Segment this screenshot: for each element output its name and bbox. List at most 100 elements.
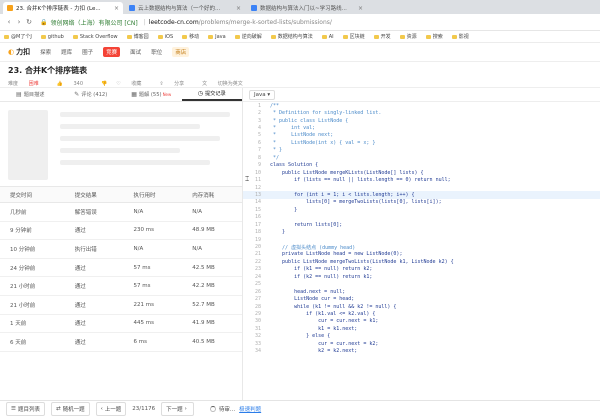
submission-status[interactable]: 通过 xyxy=(64,221,124,241)
line-number: 22 xyxy=(254,258,261,265)
browser-tab[interactable]: 数据结构与算法入门以~学习路线... × xyxy=(247,2,367,14)
folder-icon xyxy=(270,34,276,39)
bookmark-item[interactable]: 资源 xyxy=(399,33,417,40)
bookmark-item[interactable]: @M了个J xyxy=(4,33,32,40)
left-tab-label: 提交记录 xyxy=(204,91,226,97)
table-row[interactable]: 几秒前 解答错误 N/A N/A xyxy=(0,202,242,222)
bookmark-label: 资源 xyxy=(406,34,417,40)
forward-icon[interactable]: › xyxy=(14,18,24,26)
code-area[interactable]: 1/** 2 * Definition for singly-linked lis… xyxy=(243,102,600,400)
folder-icon xyxy=(72,34,78,39)
table-row[interactable]: 6 天前 通过 6 ms 40.5 MB xyxy=(0,332,242,352)
difficulty-badge: 困难 xyxy=(28,81,39,87)
bookmark-item[interactable]: 博客园 xyxy=(126,33,149,40)
bookmark-item[interactable]: 逆向破解 xyxy=(234,33,262,40)
submission-status[interactable]: 解答错误 xyxy=(64,202,124,222)
bookmark-item[interactable]: 数据结构与算法 xyxy=(270,33,313,40)
line-number: 30 xyxy=(254,318,261,325)
left-tab[interactable]: ▤ 题目描述 xyxy=(0,88,61,101)
site-nav-item[interactable]: 题库 xyxy=(61,48,72,56)
browser-tab[interactable]: 23. 合并K个排序链表 - 力扣 (Le... × xyxy=(3,2,123,14)
site-nav-item[interactable]: 面试 xyxy=(130,48,141,56)
code-text: cur = cur.next = k1; xyxy=(270,318,379,325)
lock-icon: 🔒 xyxy=(40,18,48,26)
submission-status[interactable]: 通过 xyxy=(64,276,124,296)
browser-tab[interactable]: 云上数据结构与算法（一个好的... × xyxy=(125,2,245,14)
left-tab[interactable]: ▦ 题解 (55) New xyxy=(121,88,182,101)
bookmark-item[interactable]: AI xyxy=(321,34,334,40)
site-nav-item[interactable]: 商店 xyxy=(172,47,190,57)
code-text: head.next = null; xyxy=(270,288,346,295)
code-text: if (k1 == null) return k2; xyxy=(270,266,373,273)
site-nav-item[interactable]: 职位 xyxy=(151,48,162,56)
bookmark-item[interactable]: Stack Overflow xyxy=(72,34,118,40)
close-tab-icon[interactable]: × xyxy=(358,5,363,12)
code-text: public ListNode mergeKLists(ListNode[] l… xyxy=(270,169,424,176)
code-editor[interactable]: Java ▾ 1/** 2 * Definition for singly-lin… xyxy=(243,88,600,400)
table-row[interactable]: 21 小时前 通过 221 ms 52.7 MB xyxy=(0,295,242,315)
prev-problem-button[interactable]: ‹ 上一题 xyxy=(95,402,127,416)
switch-language-button[interactable]: 文 切换为英文 xyxy=(202,80,252,87)
line-number: 12 xyxy=(254,184,261,191)
table-cell: 6 ms xyxy=(123,332,183,352)
bookmark-item[interactable]: Java xyxy=(208,34,226,40)
folder-icon xyxy=(321,34,327,39)
code-text: private ListNode head = new ListNode(0); xyxy=(270,251,403,258)
fast-judge-link[interactable]: 极速判题 xyxy=(239,405,261,413)
submission-status[interactable]: 通过 xyxy=(64,258,124,278)
close-tab-icon[interactable]: × xyxy=(114,5,119,12)
submission-status[interactable]: 通过 xyxy=(64,295,124,315)
site-nav-item[interactable]: 探索 xyxy=(40,48,51,56)
line-number: 28 xyxy=(254,303,261,310)
dislike-icon[interactable]: 👎 xyxy=(101,81,107,87)
folder-icon xyxy=(234,34,240,39)
line-number: 27 xyxy=(254,296,261,303)
table-row[interactable]: 9 分钟前 通过 230 ms 48.9 MB xyxy=(0,221,242,241)
table-row[interactable]: 24 分钟前 通过 57 ms 42.5 MB xyxy=(0,258,242,278)
left-tab[interactable]: ◷ 提交记录 xyxy=(181,88,242,101)
code-text: /** xyxy=(270,102,280,109)
table-row[interactable]: 10 分钟前 执行出错 N/A N/A xyxy=(0,239,242,259)
share-button[interactable]: ⇪ 分享 xyxy=(159,80,193,87)
problem-page-indicator: 23/1176 xyxy=(132,406,156,412)
code-line: 19 xyxy=(243,236,600,243)
random-problem-button[interactable]: ⇄ 随机一题 xyxy=(50,402,90,416)
address-bar[interactable]: ‹ › ↻ 🔒 领创网络（上海）有限公司 [CN] | leetcode-cn.… xyxy=(0,14,600,31)
bookmark-item[interactable]: github xyxy=(40,34,64,40)
line-number: 32 xyxy=(254,333,261,340)
bookmark-item[interactable]: 影视 xyxy=(451,33,469,40)
bookmark-item[interactable]: 区块链 xyxy=(342,33,365,40)
submission-status[interactable]: 通过 xyxy=(64,332,124,352)
like-button[interactable]: 👍 340 xyxy=(57,81,92,87)
close-tab-icon[interactable]: × xyxy=(236,5,241,12)
code-line: 20 // 虚拟头结点 (dummy head) xyxy=(243,243,600,251)
problem-list-button[interactable]: ☰ 题目列表 xyxy=(6,402,45,416)
table-cell: N/A xyxy=(182,239,242,259)
table-row[interactable]: 1 天前 通过 445 ms 41.9 MB xyxy=(0,314,242,334)
bookmark-item[interactable]: iOS xyxy=(157,33,174,40)
site-nav-item[interactable]: 圈子 xyxy=(82,48,93,56)
code-line: 13 for (int i = 1; i < lists.length; i++… xyxy=(243,191,600,199)
code-text: } else { xyxy=(270,333,331,340)
submission-status[interactable]: 执行出错 xyxy=(64,239,124,259)
editor-toolbar: Java ▾ xyxy=(243,88,600,102)
bookmark-item[interactable]: 搜索 xyxy=(425,33,443,40)
site-nav-item[interactable]: 竞赛 xyxy=(103,47,121,57)
next-problem-button[interactable]: 下一题 › xyxy=(161,402,194,416)
line-number: 25 xyxy=(254,281,261,288)
left-tab[interactable]: ✎ 评论 (412) xyxy=(61,88,122,101)
bookmark-item[interactable]: 移动 xyxy=(182,33,199,40)
language-select[interactable]: Java ▾ xyxy=(249,89,276,100)
bookmark-label: iOS xyxy=(164,33,174,40)
url-field[interactable]: 🔒 领创网络（上海）有限公司 [CN] | leetcode-cn.com /p… xyxy=(40,18,332,27)
reload-icon[interactable]: ↻ xyxy=(24,18,34,26)
folder-icon xyxy=(451,34,457,39)
site-logo[interactable]: ◐ 力扣 xyxy=(8,47,30,57)
submission-status[interactable]: 通过 xyxy=(64,314,124,334)
table-row[interactable]: 21 小时前 通过 57 ms 42.2 MB xyxy=(0,276,242,296)
back-icon[interactable]: ‹ xyxy=(4,18,14,26)
code-line: 25 xyxy=(243,281,600,288)
left-tab-label: 题目描述 xyxy=(23,92,45,98)
bookmark-item[interactable]: 开发 xyxy=(373,33,391,40)
collect-button[interactable]: ♡ 收藏 xyxy=(116,80,150,87)
